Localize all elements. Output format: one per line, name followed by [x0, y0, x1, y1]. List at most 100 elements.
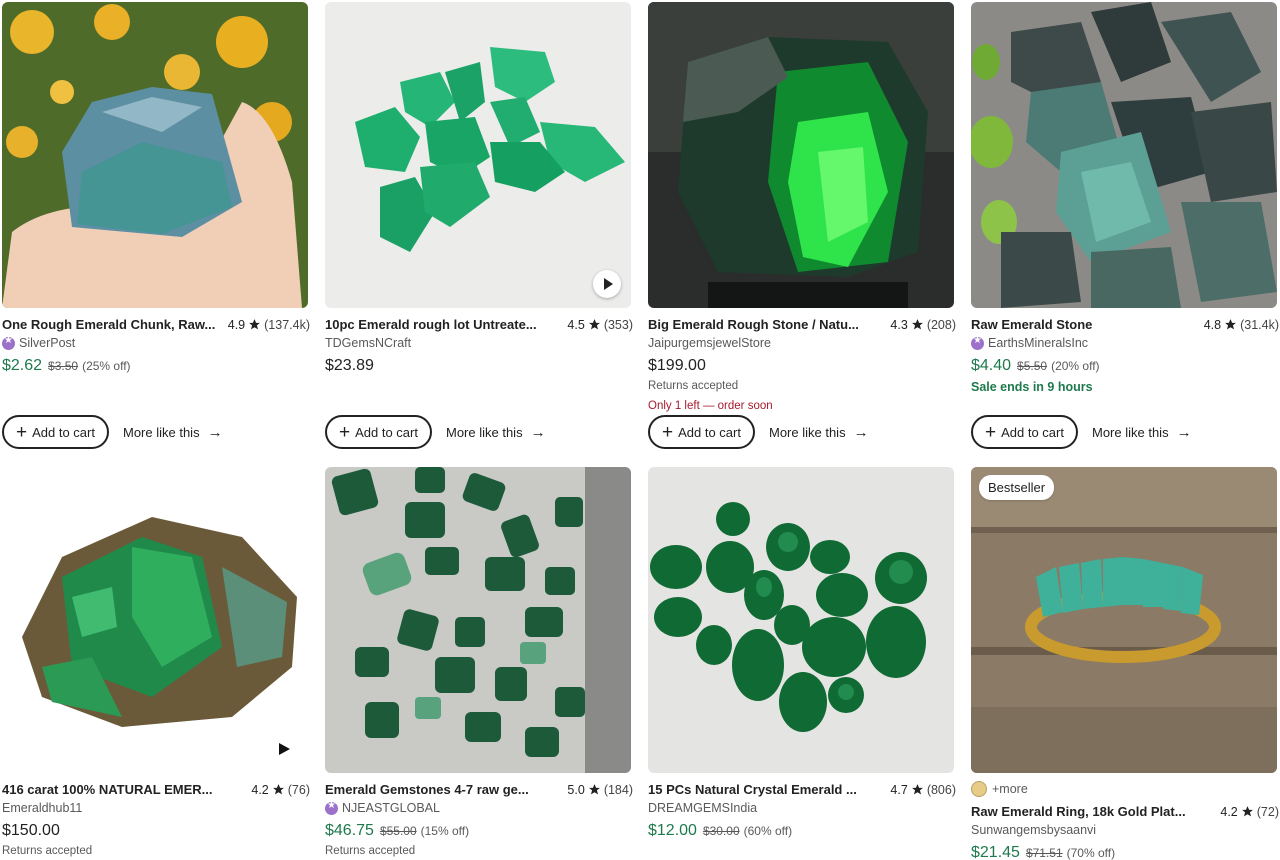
rating-value: 5.0 — [567, 782, 585, 797]
shop-name[interactable]: DREAMGEMSIndia — [648, 800, 956, 816]
sale-price: $21.45 — [971, 844, 1020, 860]
listing-rating: 4.2 (76) — [251, 783, 310, 797]
shop-name[interactable]: NJEASTGLOBAL — [325, 800, 633, 816]
review-count: (353) — [603, 317, 633, 332]
listing-card[interactable]: Emerald Gemstones 4-7 raw ge... 5.0 (184… — [325, 467, 633, 857]
low-stock-note: Only 1 left — order soon — [648, 400, 773, 412]
price-row: $150.00 — [2, 822, 310, 842]
raw-emerald-stones-pile-photo — [971, 2, 1277, 308]
listing-image[interactable]: Bestseller — [971, 467, 1277, 773]
star-seller-icon — [325, 800, 338, 815]
card-actions: + Add to cart More like this → — [2, 415, 223, 449]
star-icon — [1225, 319, 1237, 330]
more-like-this-link[interactable]: More like this → — [446, 424, 546, 441]
listing-title[interactable]: 10pc Emerald rough lot Untreate... — [325, 317, 537, 332]
review-count: (72) — [1256, 804, 1279, 819]
arrow-right-icon: → — [207, 423, 223, 441]
listing-title[interactable]: One Rough Emerald Chunk, Raw... — [2, 317, 215, 332]
listing-card[interactable]: Raw Emerald Stone 4.8 (31.4k) EarthsMine… — [971, 2, 1279, 394]
raw-emerald-ring-photo — [971, 467, 1277, 773]
original-price: $3.50 — [48, 359, 79, 373]
shop-name[interactable]: JaipurgemsjewelStore — [648, 335, 956, 351]
listing-rating: 4.9 (137.4k) — [228, 318, 310, 332]
rating-value: 4.8 — [1203, 317, 1222, 332]
listing-image[interactable] — [648, 2, 954, 308]
rating-value: 4.2 — [251, 782, 269, 797]
rating-value: 4.7 — [890, 782, 908, 797]
rating-value: 4.9 — [227, 317, 246, 332]
big-emerald-rough-stone-photo — [648, 2, 954, 308]
more-like-this-link[interactable]: More like this → — [1092, 424, 1192, 441]
discount-percent: (25% off) — [82, 359, 131, 373]
sale-ends-note: Sale ends in 9 hours — [971, 380, 1093, 394]
listing-rating: 4.5 (353) — [567, 318, 633, 332]
listing-title[interactable]: Raw Emerald Stone — [971, 317, 1092, 332]
discount-percent: (70% off) — [1066, 846, 1116, 860]
shop-name[interactable]: TDGemsNCraft — [325, 335, 633, 351]
emerald-rough-lot-photo — [325, 2, 631, 308]
review-count: (137.4k) — [264, 317, 310, 332]
listing-title[interactable]: 416 carat 100% NATURAL EMER... — [2, 782, 212, 797]
sale-price: $12.00 — [648, 822, 697, 839]
plus-icon: + — [339, 421, 351, 443]
returns-accepted-note: Returns accepted — [648, 380, 739, 392]
listing-card[interactable]: One Rough Emerald Chunk, Raw... 4.9 (137… — [2, 2, 310, 377]
card-actions: + Add to cart More like this → — [325, 415, 546, 449]
returns-accepted-note: Returns accepted — [2, 845, 93, 857]
original-price: $71.51 — [1025, 846, 1063, 860]
plus-icon: + — [662, 421, 674, 443]
color-swatch-icon — [971, 781, 987, 797]
sale-price: $4.40 — [971, 357, 1012, 374]
star-icon — [911, 784, 923, 795]
listing-title[interactable]: Big Emerald Rough Stone / Natu... — [648, 317, 859, 332]
review-count: (76) — [287, 782, 310, 797]
listing-card[interactable]: 10pc Emerald rough lot Untreate... 4.5 (… — [325, 2, 633, 377]
listing-title[interactable]: 15 PCs Natural Crystal Emerald ... — [648, 782, 857, 797]
original-price: $55.00 — [379, 824, 417, 838]
listing-rating: 5.0 (184) — [567, 783, 633, 797]
price: $199.00 — [648, 357, 706, 374]
cut-emeralds-on-paper-photo — [648, 467, 954, 773]
plus-icon: + — [985, 421, 997, 443]
card-actions: + Add to cart More like this → — [971, 415, 1192, 449]
discount-percent: (15% off) — [420, 824, 470, 838]
listing-card[interactable]: 15 PCs Natural Crystal Emerald ... 4.7 (… — [648, 467, 956, 842]
price-row: $4.40 $5.50 (20% off) — [971, 357, 1279, 377]
listing-image[interactable] — [2, 2, 308, 308]
star-icon — [249, 319, 261, 330]
add-to-cart-button[interactable]: + Add to cart — [971, 415, 1078, 449]
listing-image[interactable] — [2, 467, 308, 773]
bestseller-badge: Bestseller — [979, 475, 1055, 500]
shop-name[interactable]: Emeraldhub11 — [2, 800, 310, 816]
original-price: $5.50 — [1017, 359, 1048, 373]
add-to-cart-button[interactable]: + Add to cart — [325, 415, 432, 449]
listing-image[interactable] — [971, 2, 1277, 308]
listing-card[interactable]: Big Emerald Rough Stone / Natu... 4.3 (2… — [648, 2, 956, 412]
listing-card[interactable]: Bestseller +more Raw Emerald Ring, 18k G… — [971, 467, 1279, 860]
play-icon[interactable] — [279, 743, 290, 755]
rating-value: 4.5 — [567, 317, 585, 332]
listing-image[interactable] — [325, 2, 631, 308]
listing-title[interactable]: Emerald Gemstones 4-7 raw ge... — [325, 782, 529, 797]
add-to-cart-button[interactable]: + Add to cart — [648, 415, 755, 449]
price-row: $12.00 $30.00 (60% off) — [648, 822, 956, 842]
listing-image[interactable] — [325, 467, 631, 773]
plus-icon: + — [16, 421, 28, 443]
returns-accepted-note: Returns accepted — [325, 845, 416, 857]
play-icon[interactable] — [593, 270, 621, 298]
more-like-this-link[interactable]: More like this → — [123, 424, 223, 441]
arrow-right-icon: → — [530, 423, 546, 441]
more-like-this-link[interactable]: More like this → — [769, 424, 869, 441]
listing-rating: 4.8 (31.4k) — [1204, 318, 1279, 332]
listing-title[interactable]: Raw Emerald Ring, 18k Gold Plat... — [971, 804, 1186, 819]
price-row: $46.75 $55.00 (15% off) — [325, 822, 633, 842]
add-to-cart-button[interactable]: + Add to cart — [2, 415, 109, 449]
emerald-gemstones-on-fabric-photo — [325, 467, 631, 773]
listing-card[interactable]: 416 carat 100% NATURAL EMER... 4.2 (76) … — [2, 467, 310, 857]
shop-name[interactable]: Sunwangemsbysaanvi — [971, 822, 1279, 838]
shop-name[interactable]: SilverPost — [2, 335, 310, 351]
listing-image[interactable] — [648, 467, 954, 773]
variations-more[interactable]: +more — [971, 781, 1279, 797]
review-count: (31.4k) — [1240, 317, 1279, 332]
shop-name[interactable]: EarthsMineralsInc — [971, 335, 1279, 351]
